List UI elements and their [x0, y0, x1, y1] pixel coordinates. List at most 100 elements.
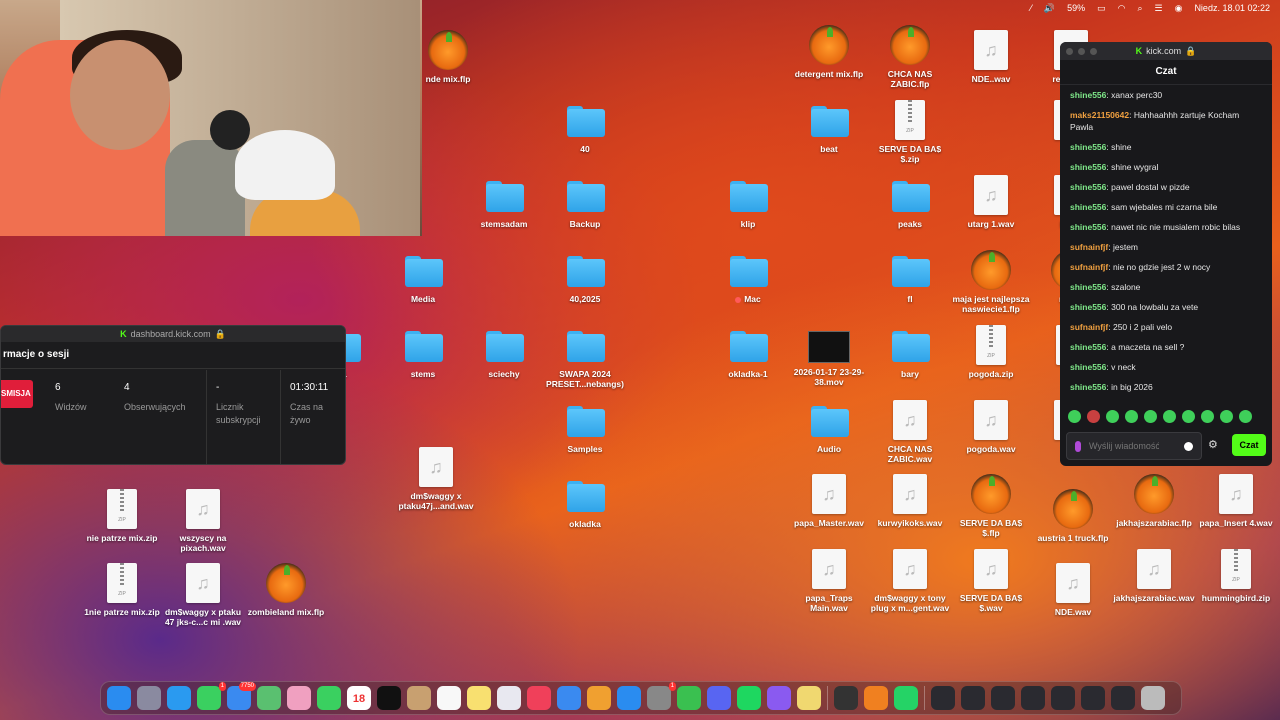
desktop-item-folder[interactable]: Audio [788, 400, 870, 454]
chat-username[interactable]: shine556 [1070, 142, 1106, 152]
chat-message[interactable]: shine556: sam wjebales mi czarna bile [1070, 201, 1262, 213]
desktop-item-doc[interactable]: ♫ dm$waggy x tony plug x m...gent.wav [869, 549, 951, 613]
chat-username[interactable]: shine556 [1070, 162, 1106, 172]
emote-icon[interactable] [1087, 410, 1100, 423]
dock-app-safari-icon[interactable] [167, 686, 191, 710]
desktop-item-folder[interactable]: fl [869, 250, 951, 304]
battery-percent[interactable]: 59% [1067, 3, 1085, 13]
dock-app-finder-icon[interactable] [107, 686, 131, 710]
dock-app-facetime-icon[interactable] [317, 686, 341, 710]
chat-username[interactable]: sufnainfjf [1070, 262, 1108, 272]
dock-app-maps-icon[interactable] [257, 686, 281, 710]
desktop-item-doc[interactable]: ♫ papa_Master.wav [788, 474, 870, 528]
minimized-window[interactable] [991, 686, 1015, 710]
desktop-item-folder[interactable]: peaks [869, 175, 951, 229]
desktop-item-folder[interactable]: sciechy [463, 325, 545, 379]
search-icon[interactable]: ⌕ [1137, 3, 1142, 14]
trash-icon[interactable] [1141, 686, 1165, 710]
dashboard-window[interactable]: K dashboard.kick.com 🔒 rmacje o sesji SM… [0, 325, 346, 465]
battery-icon[interactable]: ▭ [1097, 3, 1106, 14]
wifi-icon[interactable]: ◠ [1118, 3, 1126, 14]
chat-username[interactable]: sufnainfjf [1070, 322, 1108, 332]
desktop-item-doc[interactable]: ♫ dm$waggy x ptaku47j...and.wav [395, 447, 477, 511]
emote-icon[interactable] [1125, 410, 1138, 423]
desktop-item-folder[interactable]: stems [382, 325, 464, 379]
mission-badge[interactable]: SMISJA [1, 380, 33, 408]
dock-app-reminders-icon[interactable] [437, 686, 461, 710]
desktop-item-zip[interactable]: ZIP pogoda.zip [950, 325, 1032, 379]
desktop-item-doc[interactable]: ♫ papa_Traps Main.wav [788, 549, 870, 613]
dock-app-app-store-icon[interactable] [617, 686, 641, 710]
desktop-item-folder[interactable]: 40,2025 [544, 250, 626, 304]
desktop-item-folder[interactable]: okladka [544, 475, 626, 529]
desktop-item-flp[interactable]: maja jest najlepsza naswiecie1.flp [950, 250, 1032, 314]
chat-message[interactable]: shine556: a maczeta na sell ? [1070, 341, 1262, 353]
chat-username[interactable]: shine556 [1070, 182, 1106, 192]
desktop-item-doc[interactable]: ♫ NDE..wav [950, 30, 1032, 84]
chat-username[interactable]: shine556 [1070, 302, 1106, 312]
desktop-item-zip[interactable]: ZIP SERVE DA BA$ $.zip [869, 100, 951, 164]
send-button[interactable]: Czat [1232, 434, 1266, 456]
emote-icon[interactable] [1106, 410, 1119, 423]
desktop-item-flp[interactable]: jakhajszarabiac.flp [1113, 474, 1195, 528]
window-controls[interactable] [1066, 48, 1097, 55]
chat-username[interactable]: shine556 [1070, 202, 1106, 212]
dock-app-contacts-icon[interactable] [407, 686, 431, 710]
chat-message[interactable]: shine556: 300 na lowbalu za vete [1070, 301, 1262, 313]
emote-icon[interactable] [1220, 410, 1233, 423]
desktop-item-doc[interactable]: ♫ papa_Insert 4.wav [1195, 474, 1277, 528]
chat-message[interactable]: sufnainfjf: 250 i 2 pali velo [1070, 321, 1262, 333]
minimized-window[interactable] [931, 686, 955, 710]
chat-message[interactable]: shine556: v neck [1070, 361, 1262, 373]
desktop-item-zip[interactable]: ZIP nie patrze mix.zip [81, 489, 163, 543]
clock[interactable]: Niedz. 18.01 02:22 [1194, 3, 1270, 13]
chat-username[interactable]: shine556 [1070, 222, 1106, 232]
chat-messages[interactable]: shine556: xanax perc30 maks21150642: Hahh… [1060, 85, 1272, 393]
dock-app-whatsapp-icon[interactable] [894, 686, 918, 710]
dock-app-freeform-icon[interactable] [497, 686, 521, 710]
desktop-item-folder[interactable]: bary [869, 325, 951, 379]
chat-username[interactable]: sufnainfjf [1070, 242, 1108, 252]
desktop-item-folder[interactable]: Backup [544, 175, 626, 229]
desktop-item-folder[interactable]: Samples [544, 400, 626, 454]
desktop-item-doc[interactable]: ♫ utarg 1.wav [950, 175, 1032, 229]
emote-icon[interactable] [1068, 410, 1081, 423]
dock-app-fl-studio-icon[interactable] [864, 686, 888, 710]
dock-app-numbers-icon[interactable] [677, 686, 701, 710]
minimized-window[interactable] [1021, 686, 1045, 710]
minimized-window[interactable] [1051, 686, 1075, 710]
desktop-item-folder[interactable]: beat [788, 100, 870, 154]
chat-username[interactable]: shine556 [1070, 282, 1106, 292]
chat-message[interactable]: sufnainfjf: jestem [1070, 241, 1262, 253]
volume-icon[interactable]: 🔊 [1044, 3, 1055, 14]
zoom-icon[interactable] [1090, 48, 1097, 55]
dock-app-activity-icon[interactable] [834, 686, 858, 710]
desktop-item-doc[interactable]: ♫ CHCA NAS ZABIC.wav [869, 400, 951, 464]
control-center-icon[interactable]: ☰ [1155, 3, 1163, 14]
emote-icon[interactable] [1182, 410, 1195, 423]
chat-window[interactable]: K kick.com 🔒 Czat shine556: xanax perc30… [1060, 42, 1272, 466]
chat-message[interactable]: shine556: nawet nic nie musialem robic b… [1070, 221, 1262, 233]
desktop-item-doc[interactable]: ♫ dm$waggy x ptaku 47 jks-c...c mi .wav [162, 563, 244, 627]
dock-app-launchpad-icon[interactable] [137, 686, 161, 710]
chat-message[interactable]: shine556: pawel dostal w pizde [1070, 181, 1262, 193]
dock-app-apple-tv-icon[interactable] [377, 686, 401, 710]
desktop-item-folder[interactable]: Media [382, 250, 464, 304]
chat-message[interactable]: shine556: in big 2026 [1070, 381, 1262, 393]
chat-username[interactable]: shine556 [1070, 342, 1106, 352]
microphone-icon[interactable] [1075, 440, 1081, 452]
emote-icon[interactable] [1163, 410, 1176, 423]
emote-icon[interactable] [1144, 410, 1157, 423]
dock-app-messages-icon[interactable]: 1 [197, 682, 226, 710]
desktop-item-flp[interactable]: detergent mix.flp [788, 25, 870, 79]
chat-message[interactable]: maks21150642: Hahhaahhh zartuje Kocham P… [1070, 109, 1262, 133]
chat-message[interactable]: sufnainfjf: nie no gdzie jest 2 w nocy [1070, 261, 1262, 273]
dock-app-notes-icon[interactable] [467, 686, 491, 710]
dock-app-mail-icon[interactable]: 7750 [227, 682, 256, 710]
emote-bar[interactable] [1068, 410, 1264, 423]
chat-input[interactable] [1087, 440, 1161, 452]
desktop-item-folder[interactable]: stemsadam [463, 175, 545, 229]
gear-icon[interactable]: ⚙ [1208, 438, 1218, 451]
desktop-item-zip[interactable]: ZIP 1nie patrze mix.zip [81, 563, 163, 617]
desktop-item-flp[interactable]: austria 1 truck.flp [1032, 489, 1114, 543]
